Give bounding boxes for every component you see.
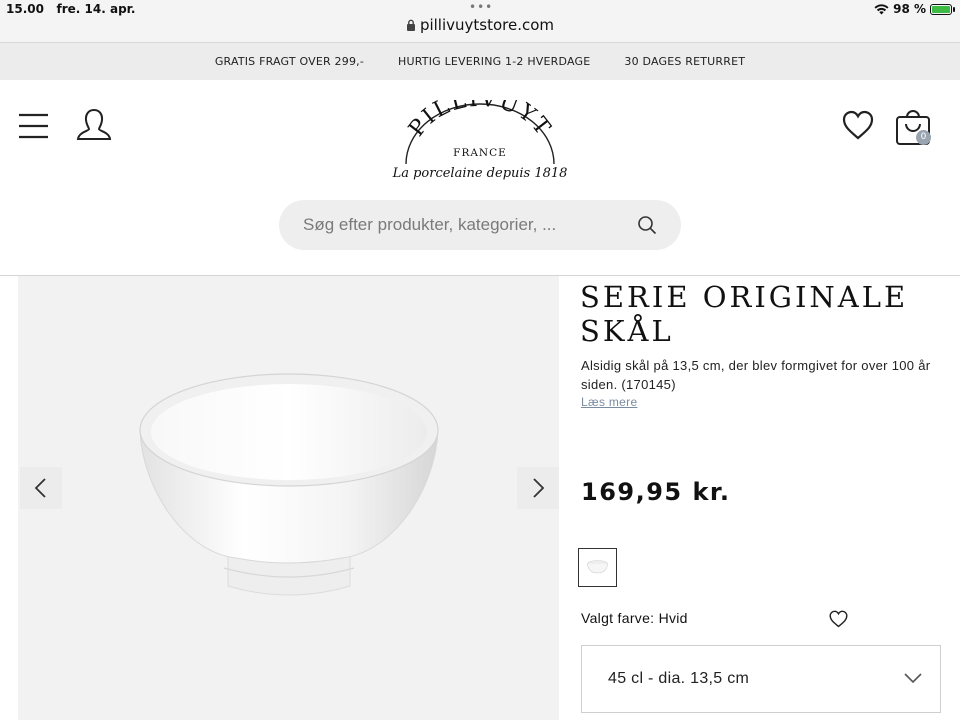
- promo-free-shipping: GRATIS FRAGT OVER 299,-: [214, 55, 365, 68]
- status-date: fre. 14. apr.: [56, 2, 136, 16]
- svg-text:FRANCE: FRANCE: [453, 147, 507, 159]
- address-bar[interactable]: pillivuytstore.com: [0, 16, 960, 34]
- product-price: 169,95 kr.: [581, 478, 731, 506]
- heart-icon[interactable]: [842, 110, 874, 140]
- chevron-right-icon: [533, 478, 545, 498]
- status-time-text: 15.00: [6, 2, 44, 16]
- lock-icon: [406, 19, 415, 31]
- search-input[interactable]: [303, 213, 623, 237]
- cart-count-badge: 0: [916, 130, 931, 145]
- search-bar: [279, 200, 681, 250]
- svg-text:PILLIVUYT: PILLIVUYT: [404, 100, 556, 141]
- status-time: 15.00 fre. 14. apr.: [6, 2, 135, 16]
- product-image-gallery[interactable]: [18, 276, 559, 720]
- chevron-down-icon: [904, 673, 922, 684]
- status-right: 98 %: [874, 2, 955, 16]
- promo-fast-delivery: HURTIG LEVERING 1-2 HVERDAGE: [398, 55, 591, 68]
- multitask-dots[interactable]: •••: [469, 0, 493, 14]
- wifi-icon: [874, 3, 889, 14]
- read-more-link[interactable]: Læs mere: [581, 395, 637, 409]
- swatch-bowl-thumbnail: [587, 560, 608, 574]
- product-image-bowl: [139, 373, 439, 596]
- promo-bar: GRATIS FRAGT OVER 299,- HURTIG LEVERING …: [0, 42, 960, 80]
- logo-tagline: La porcelaine depuis 1818: [392, 166, 568, 181]
- selected-color-label: Valgt farve: Hvid: [581, 610, 688, 626]
- size-dropdown[interactable]: 45 cl - dia. 13,5 cm: [581, 645, 941, 713]
- chevron-left-icon: [34, 478, 46, 498]
- color-swatch-white[interactable]: [578, 548, 617, 587]
- battery-percent: 98 %: [893, 2, 926, 16]
- gallery-prev-button[interactable]: [20, 467, 62, 509]
- product-title: SERIE ORIGINALE SKÅL: [580, 280, 909, 348]
- product-description: Alsidig skål på 13,5 cm, der blev formgi…: [581, 358, 931, 392]
- site-header: PILLIVUYT FRANCE La porcelaine depuis 18…: [0, 80, 960, 276]
- gallery-next-button[interactable]: [517, 467, 559, 509]
- battery-icon: [930, 3, 955, 15]
- url-text: pillivuytstore.com: [419, 16, 555, 34]
- status-bar: 15.00 fre. 14. apr. ••• 98 % pillivuytst…: [0, 0, 960, 42]
- add-to-wishlist-heart-icon[interactable]: [829, 610, 848, 628]
- search-icon[interactable]: [637, 215, 657, 235]
- promo-returns: 30 DAGES RETURRET: [624, 55, 746, 68]
- hamburger-menu-icon[interactable]: [18, 112, 50, 140]
- size-selected-value: 45 cl - dia. 13,5 cm: [608, 670, 750, 687]
- user-icon[interactable]: [76, 108, 112, 142]
